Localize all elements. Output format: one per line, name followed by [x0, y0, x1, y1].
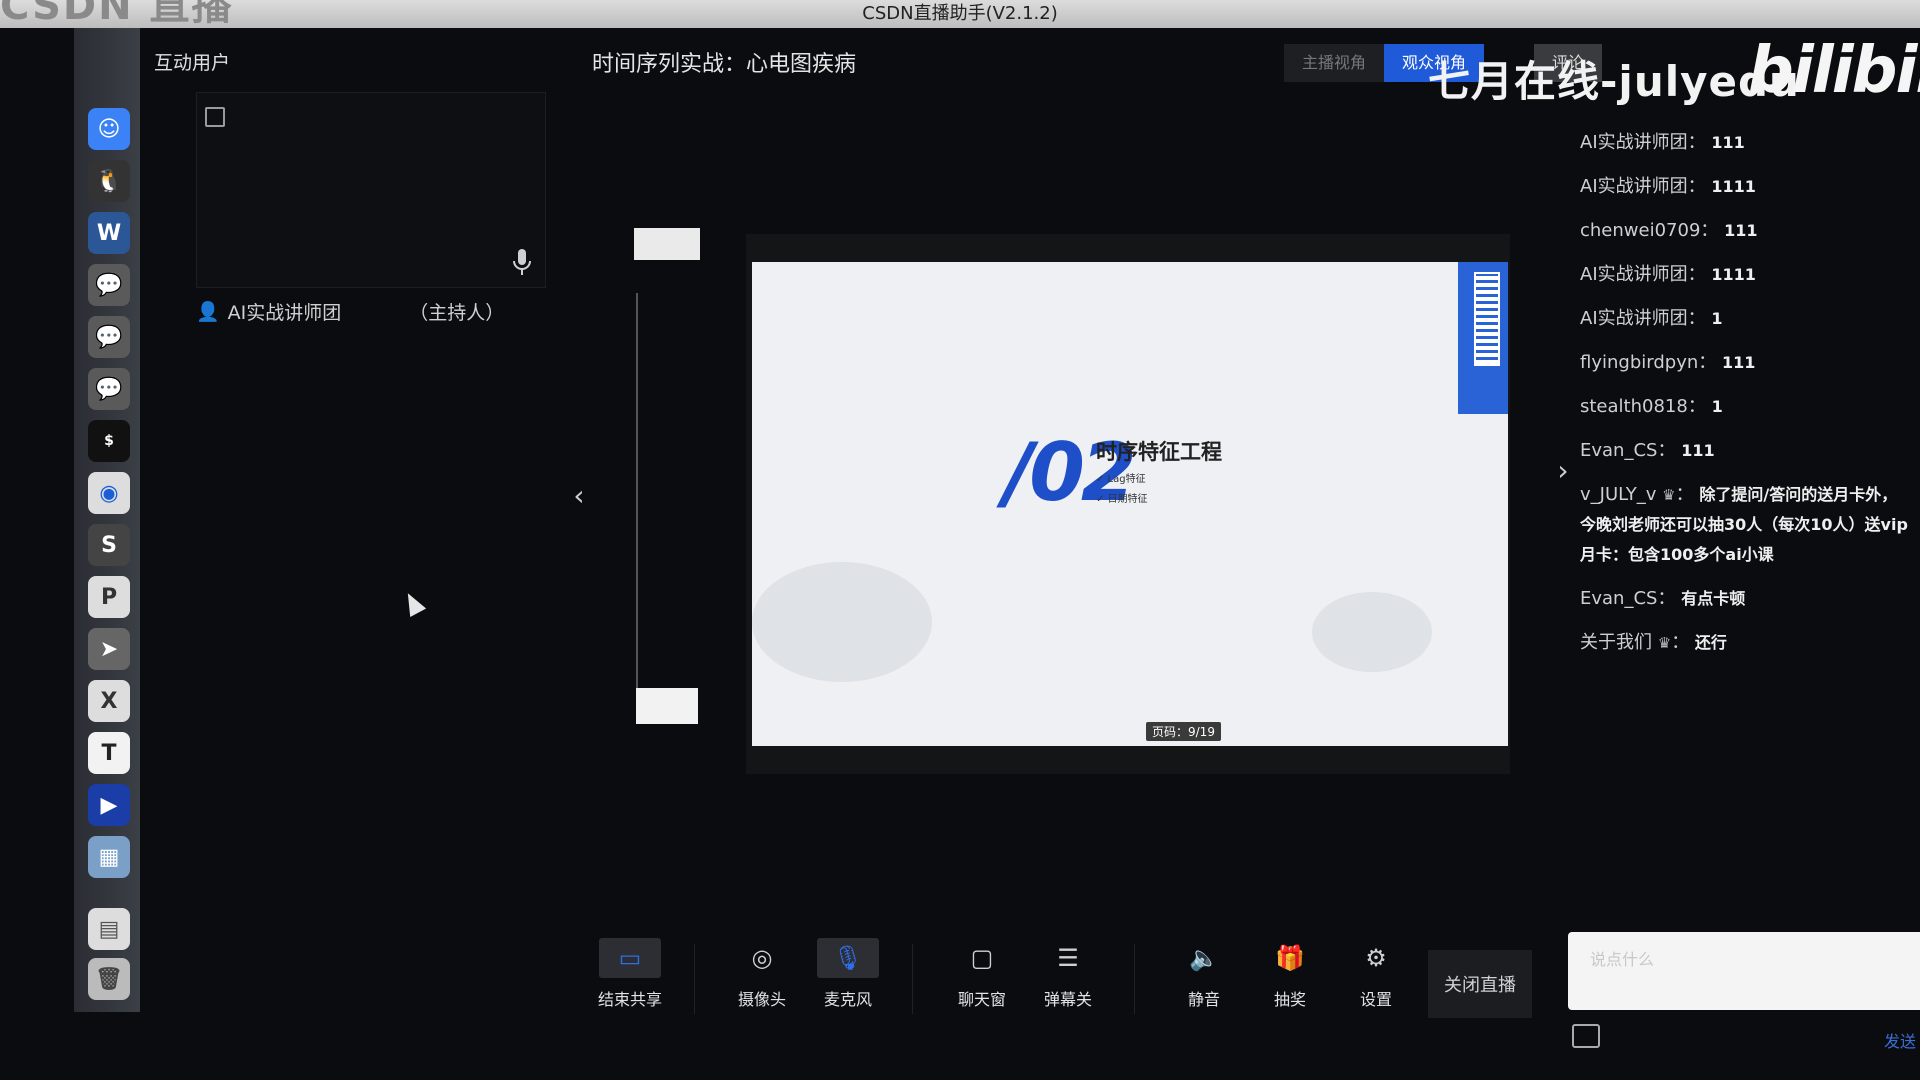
chat-message: stealth0818： 1	[1580, 396, 1723, 417]
select-checkbox[interactable]	[205, 107, 225, 127]
window-title: CSDN直播助手(V2.1.2)	[862, 3, 1058, 24]
qr-panel	[1458, 262, 1508, 414]
chat-message: AI实战讲师团： 111	[1580, 132, 1745, 153]
qq-icon[interactable]: 🐧	[88, 160, 130, 202]
terminal-icon[interactable]: $	[88, 420, 130, 462]
video-player-icon[interactable]: ▶	[88, 784, 130, 826]
chrome-icon[interactable]: ◉	[88, 472, 130, 514]
interactive-users-title: 互动用户	[154, 52, 231, 74]
microphone-toolbar-icon: 🎙	[817, 938, 879, 978]
toolbar-divider	[694, 944, 695, 1014]
telegram-icon[interactable]: ➤	[88, 628, 130, 670]
preview-icon[interactable]: ▦	[88, 836, 130, 878]
trash-icon[interactable]: 🗑	[88, 958, 130, 1000]
send-button[interactable]: 发送	[1884, 1028, 1916, 1052]
chat-message: AI实战讲师团： 1111	[1580, 264, 1756, 285]
chat-message: chenwei0709： 111	[1580, 220, 1758, 241]
expand-right-chevron-icon[interactable]: ›	[1554, 415, 1572, 525]
host-name: AI实战讲师团	[227, 302, 342, 324]
word-icon[interactable]: W	[88, 212, 130, 254]
toolbar-divider	[1134, 944, 1135, 1014]
chat-message: AI实战讲师团： 1111	[1580, 176, 1756, 197]
microphone-icon[interactable]	[511, 247, 533, 277]
slide-bullet: ✓ 日期特征	[1096, 494, 1148, 505]
screen-share-icon: ▭	[599, 938, 661, 978]
user-icon: 👤	[196, 301, 220, 323]
microphone-button[interactable]: 🎙 麦克风	[808, 938, 888, 1010]
chat-message: 关于我们 ♛： 还行	[1580, 632, 1727, 653]
powerpoint-icon[interactable]: P	[88, 576, 130, 618]
slide-heading: 时序特征工程	[1096, 440, 1222, 464]
thumbnail-toolbar[interactable]	[634, 228, 700, 260]
host-row: 👤 AI实战讲师团 （主持人）	[196, 298, 504, 325]
cloud-decoration	[1312, 592, 1432, 672]
qr-code-icon	[1474, 272, 1500, 366]
host-role: （主持人）	[409, 302, 505, 324]
shared-slide: /02 时序特征工程 ✓ Lag特征 ✓ 日期特征 页码：9/19	[752, 262, 1508, 746]
csdn-logo-fragment: CSDN 直播	[0, 0, 234, 29]
finder-icon[interactable]: ☺	[88, 108, 130, 150]
end-share-label: 结束共享	[597, 990, 662, 1009]
chat-window-label: 聊天窗	[957, 990, 1006, 1009]
chat-input[interactable]: 说点什么	[1568, 932, 1920, 1010]
mac-dock: ☺ 🐧 W 💬 💬 💬 $ ◉ S P ➤ X T ▶ ▦ ▤ 🗑	[74, 28, 140, 1012]
thumbnail-item[interactable]	[636, 688, 698, 724]
chat-message: Evan_CS： 有点卡顿	[1580, 588, 1746, 609]
crown-icon: ♛	[1657, 634, 1672, 652]
danmaku-button[interactable]: ☰ 弹幕关	[1028, 938, 1108, 1010]
camera-button[interactable]: ◎ 摄像头	[722, 938, 802, 1010]
cloud-decoration	[752, 562, 932, 682]
wechat-alt-icon[interactable]: 💬	[88, 368, 130, 410]
camera-label: 摄像头	[737, 990, 786, 1009]
chat-message: AI实战讲师团： 1	[1580, 308, 1723, 329]
close-live-button[interactable]: 关闭直播	[1428, 950, 1532, 1018]
typora-icon[interactable]: T	[88, 732, 130, 774]
host-video-box	[196, 92, 546, 288]
gift-icon: 🎁	[1275, 944, 1305, 972]
end-share-button[interactable]: ▭ 结束共享	[590, 938, 670, 1010]
microphone-label: 麦克风	[823, 990, 872, 1009]
slide-bullet: ✓ Lag特征	[1096, 474, 1146, 485]
image-upload-icon[interactable]	[1572, 1024, 1600, 1048]
gear-icon: ⚙	[1365, 944, 1387, 972]
settings-label: 设置	[1359, 990, 1392, 1009]
document-icon[interactable]: ▤	[88, 908, 130, 950]
danmaku-label: 弹幕关	[1043, 990, 1092, 1009]
chat-message: Evan_CS： 111	[1580, 440, 1715, 461]
chat-message: v_JULY_v ♛： 除了提问/答问的送月卡外，今晚刘老师还可以抽30人（每次…	[1580, 484, 1908, 564]
excel-icon[interactable]: X	[88, 680, 130, 722]
wechat-icon[interactable]: 💬	[88, 264, 130, 306]
mouse-cursor-icon	[399, 589, 427, 617]
collapse-left-chevron-icon[interactable]: ‹	[570, 440, 588, 550]
camera-icon: ◎	[751, 944, 773, 972]
speaker-icon: 🔈	[1189, 944, 1219, 972]
session-title: 时间序列实战：心电图疾病	[592, 52, 857, 77]
tab-host-view[interactable]: 主播视角	[1284, 44, 1385, 82]
julyedu-watermark: 七月在线-julyedu	[1428, 57, 1800, 106]
thumbnail-strip	[634, 228, 702, 758]
chat-bubble-icon: ▢	[970, 944, 994, 972]
lottery-button[interactable]: 🎁 抽奖	[1250, 938, 1330, 1010]
bilibili-logo: bilibili	[1748, 34, 1920, 108]
mute-button[interactable]: 🔈 静音	[1164, 938, 1244, 1010]
crown-icon: ♛	[1662, 486, 1676, 504]
chat-window-button[interactable]: ▢ 聊天窗	[942, 938, 1022, 1010]
lottery-label: 抽奖	[1273, 990, 1306, 1009]
sublime-icon[interactable]: S	[88, 524, 130, 566]
wechat-work-icon[interactable]: 💬	[88, 316, 130, 358]
title-bar: CSDN 直播 CSDN直播助手(V2.1.2)	[0, 0, 1920, 28]
settings-button[interactable]: ⚙ 设置	[1336, 938, 1416, 1010]
chat-message: flyingbirdpyn： 111	[1580, 352, 1756, 373]
toolbar-divider	[912, 944, 913, 1014]
thumbnail-scrollbar[interactable]	[636, 293, 638, 713]
chat-list: AI实战讲师团： 111 AI实战讲师团： 1111 chenwei0709： …	[1580, 128, 1910, 672]
danmaku-icon: ☰	[1057, 944, 1079, 972]
page-indicator: 页码：9/19	[1146, 722, 1221, 741]
mute-label: 静音	[1187, 990, 1220, 1009]
